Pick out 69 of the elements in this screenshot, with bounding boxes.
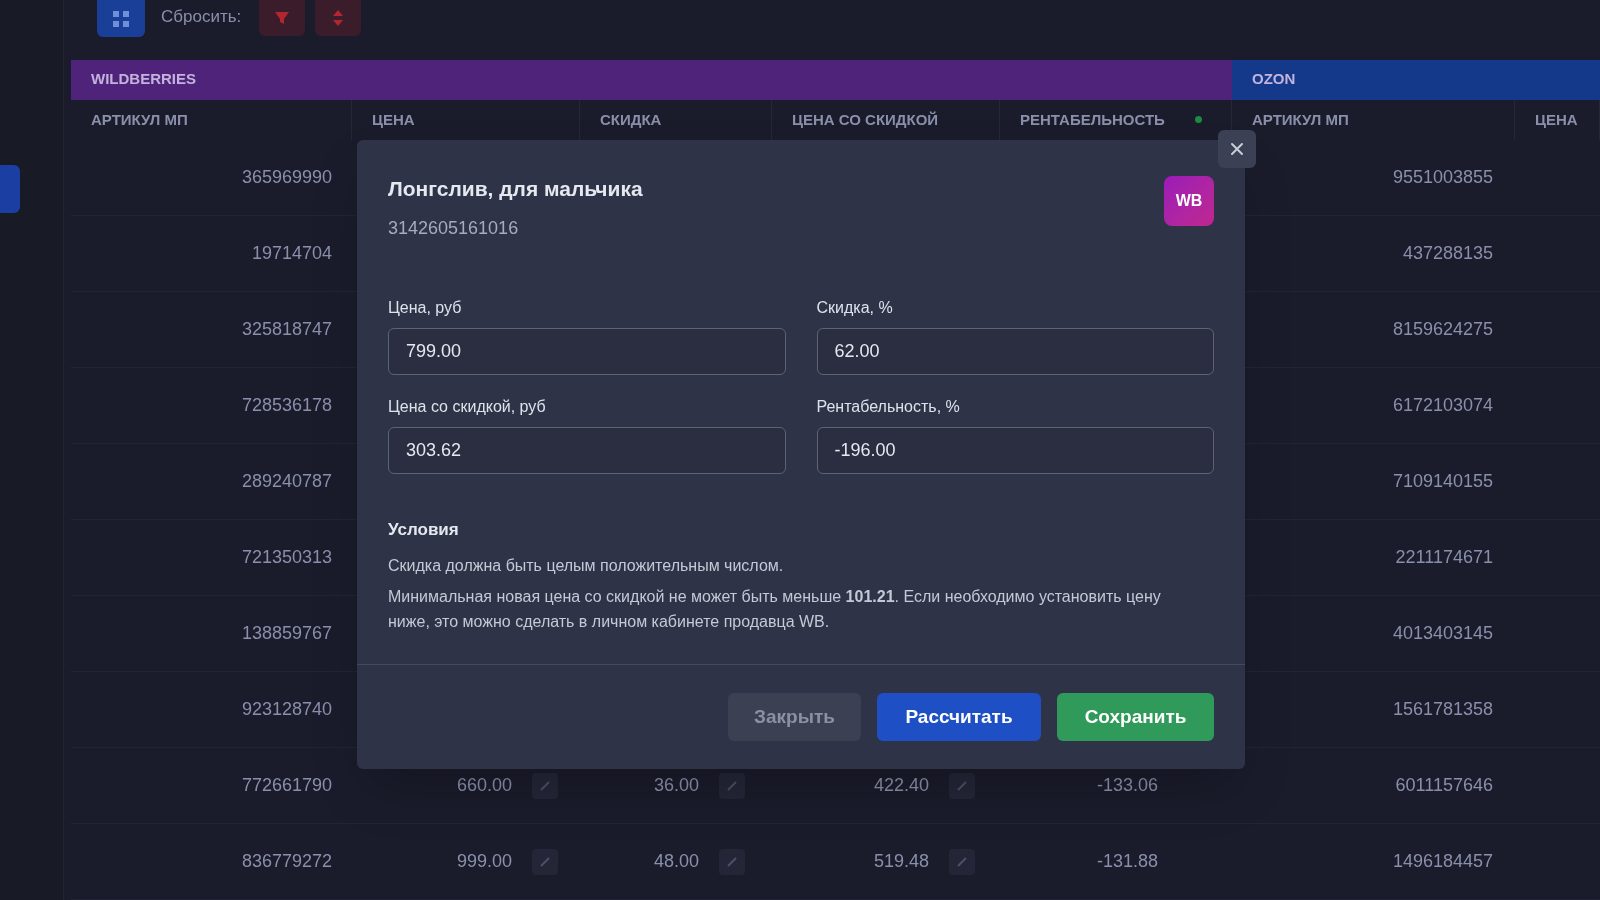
table-cell-text: 660.00 (456, 774, 512, 797)
table-cell-text: 6011157646 (1395, 774, 1493, 797)
table-cell-text: 36.00 (653, 774, 699, 797)
edit-icon[interactable] (719, 848, 745, 875)
table-cell-text: 422.40 (873, 774, 929, 797)
field-label: Рентабельность, % (816, 396, 961, 417)
conditions-text: Минимальная новая цена со скидкой не может быть меньше 101.21. Если необходимо установить цену ниже, это можно сделать в личном кабинете продавца WB. (388, 587, 1162, 632)
product-code: 3142605161016 (388, 216, 520, 240)
field-label: Цена со скидкой, руб (388, 396, 547, 417)
table-cell-text: -131.88 (1096, 850, 1158, 873)
input-field[interactable]: 799.00 (388, 327, 786, 375)
group-label: WILDBERRIES (91, 69, 196, 90)
table-cell-text: 19714704 (251, 242, 332, 265)
table-cell-text: 7109140155 (1392, 470, 1493, 493)
save-button[interactable]: Сохранить (1057, 693, 1214, 741)
filter-icon[interactable] (274, 10, 291, 26)
table-cell-text: 325818747 (241, 318, 332, 341)
table-cell-text: 4013403145 (1392, 622, 1493, 645)
table-cell-text: 365969990 (241, 166, 332, 189)
edit-icon[interactable] (532, 772, 558, 799)
edit-icon[interactable] (532, 848, 558, 875)
grid-icon[interactable] (112, 9, 130, 28)
table-cell-text: 48.00 (653, 850, 699, 873)
column-header: ЦЕНА СО СКИДКОЙ (792, 109, 939, 130)
close-icon[interactable] (1230, 142, 1244, 156)
table-cell-text: 728536178 (241, 394, 332, 417)
edit-icon[interactable] (949, 772, 975, 799)
sort-icon[interactable] (333, 10, 344, 26)
table-cell-text: 6172103074 (1392, 394, 1493, 417)
table-cell-text: 923128740 (241, 698, 332, 721)
group-label: OZON (1252, 69, 1296, 90)
column-header: СКИДКА (600, 109, 662, 130)
input-field[interactable]: 62.00 (816, 327, 1214, 375)
table-cell-text: 8159624275 (1392, 318, 1493, 341)
column-header: АРТИКУЛ МП (91, 109, 188, 130)
table-cell-text: 999.00 (456, 850, 512, 873)
field-label: Скидка, % (816, 297, 894, 318)
reset-label: Сбросить: (161, 6, 242, 28)
table-cell-text: 836779272 (241, 850, 332, 873)
filter-reset-button[interactable] (259, 0, 306, 36)
sidebar-highlight (0, 165, 20, 213)
edit-icon[interactable] (949, 848, 975, 875)
sort-reset-button[interactable] (315, 0, 362, 36)
table-cell-text: 138859767 (241, 622, 332, 645)
layout-button[interactable] (97, 0, 145, 37)
table-cell-text: 289240787 (241, 470, 332, 493)
table-cell-text: 437288135 (1402, 242, 1493, 265)
input-field[interactable]: -196.00 (816, 426, 1214, 474)
column-header: РЕНТАБЕЛЬНОСТЬ (1020, 109, 1165, 130)
table-cell-text: -133.06 (1096, 774, 1158, 797)
marketplace-badge: WB (1164, 176, 1214, 226)
column-header: АРТИКУЛ МП (1252, 109, 1349, 130)
table-cell-text: 519.48 (873, 850, 929, 873)
column-header: ЦЕНА (372, 109, 415, 130)
input-field[interactable]: 303.62 (388, 426, 786, 474)
table-cell-text: 1496184457 (1392, 850, 1493, 873)
column-header: ЦЕНА (1535, 109, 1578, 130)
field-label: Цена, руб (388, 297, 463, 318)
edit-icon[interactable] (719, 772, 745, 799)
table-cell-text: 772661790 (241, 774, 332, 797)
conditions-title: Условия (388, 518, 460, 541)
close-button[interactable] (1218, 130, 1256, 168)
conditions-text: Скидка должна быть целым положительным числом. (388, 556, 785, 576)
table-cell-text: 1561781358 (1392, 698, 1493, 721)
calculate-button[interactable]: Рассчитать (877, 693, 1041, 741)
table-cell-text: 721350313 (241, 546, 332, 569)
table-cell-text: 2211174671 (1395, 546, 1493, 569)
dialog-title: Лонгслив, для мальчика (388, 176, 643, 202)
table-cell-text: 9551003855 (1392, 166, 1493, 189)
